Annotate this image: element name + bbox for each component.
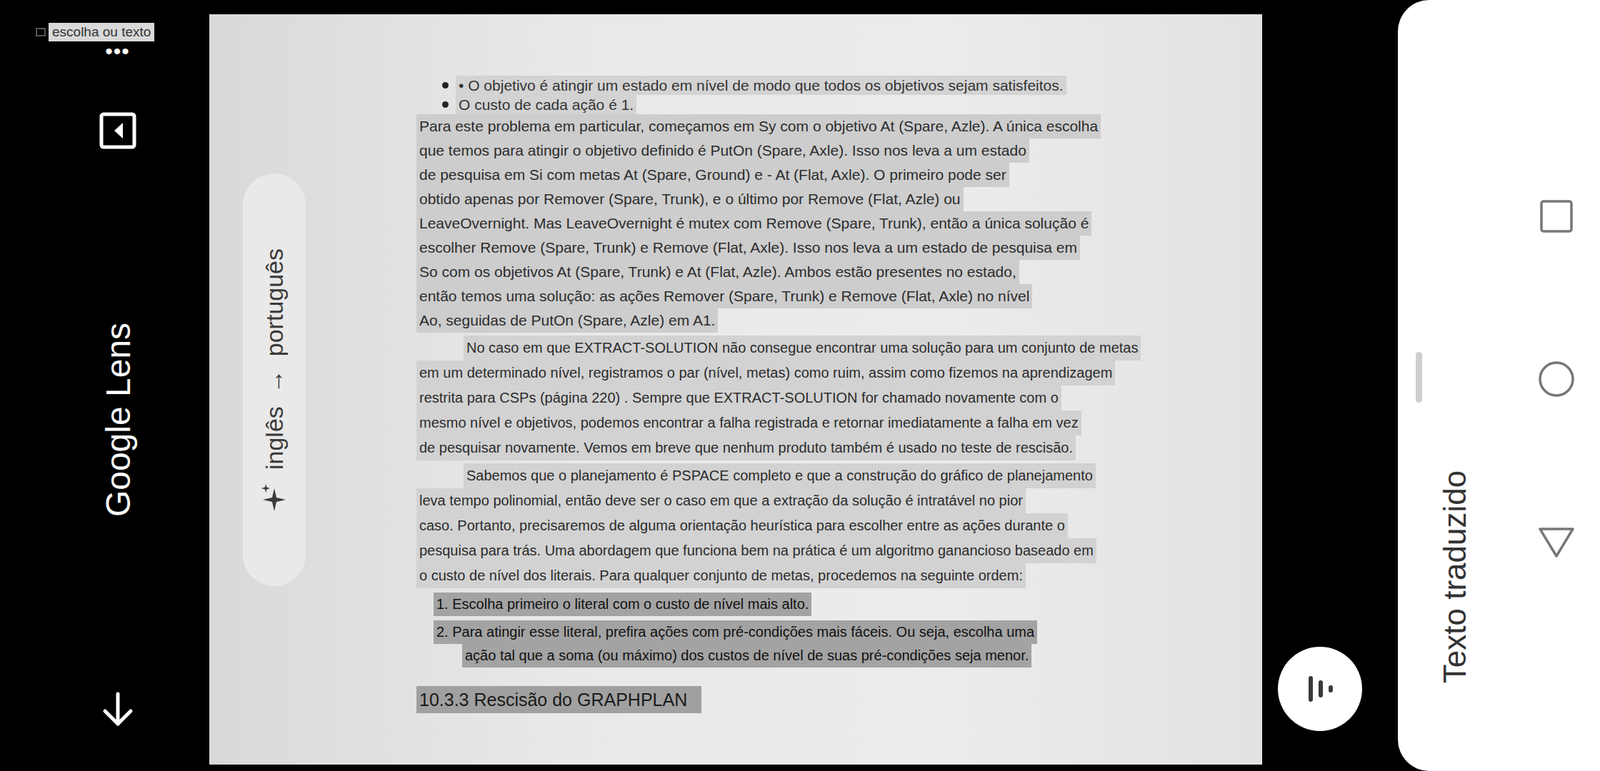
line-text: Ao, seguidas de PutOn (Spare, Azle) em A… xyxy=(416,308,718,333)
hint-tag[interactable]: escolha ou texto xyxy=(35,22,155,42)
item-block: 2. Para atingir esse literal, prefira aç… xyxy=(416,620,1227,668)
bullet-block: • O objetivo é atingir um estado em níve… xyxy=(416,75,1227,95)
line-text: leva tempo polinomial, então deve ser o … xyxy=(416,488,1026,514)
line-text: em um determinado nível, registramos o p… xyxy=(416,360,1115,386)
arrow-down-icon[interactable] xyxy=(97,690,138,730)
block-lines: 1. Escolha primeiro o literal com o cust… xyxy=(433,592,1227,617)
text-line[interactable]: restrita para CSPs (página 220) . Sempre… xyxy=(416,385,1227,411)
app-title: Google Lens xyxy=(92,150,143,690)
line-text: O custo de cada ação é 1. xyxy=(455,95,637,115)
text-line[interactable]: então temos uma solução: as ações Remove… xyxy=(416,284,1227,309)
main-area: • O objetivo é atingir um estado em níve… xyxy=(209,0,1398,771)
text-line[interactable]: de pesquisa em Si com metas At (Spare, G… xyxy=(416,162,1227,188)
text-line[interactable]: Ao, seguidas de PutOn (Spare, Azle) em A… xyxy=(416,308,1227,333)
line-text: So com os objetivos At (Spare, Trunk) e … xyxy=(416,260,1020,285)
text-line[interactable]: 10.3.3 Rescisão do GRAPHPLAN xyxy=(416,686,1227,714)
sparkle-icon xyxy=(260,482,289,512)
text-line[interactable]: de pesquisar novamente. Vemos em breve q… xyxy=(416,435,1227,461)
text-line[interactable]: LeaveOvernight. Mas LeaveOvernight é mut… xyxy=(416,211,1227,236)
text-line[interactable]: So com os objetivos At (Spare, Trunk) e … xyxy=(416,260,1227,285)
language-arrow: → xyxy=(260,369,289,394)
language-pill[interactable]: inglês → português xyxy=(242,173,306,587)
text-line[interactable]: escolher Remove (Spare, Trunk) e Remove … xyxy=(416,235,1227,260)
text-icon xyxy=(35,27,46,37)
block-lines: O custo de cada ação é 1. xyxy=(455,95,637,115)
text-line[interactable]: em um determinado nível, registramos o p… xyxy=(416,360,1227,386)
text-line[interactable]: que temos para atingir o objetivo defini… xyxy=(416,138,1227,163)
text-line[interactable]: obtido apenas por Remover (Spare, Trunk)… xyxy=(416,187,1227,212)
line-text: restrita para CSPs (página 220) . Sempre… xyxy=(416,385,1062,411)
left-rail: escolha ou texto••• Google Lens xyxy=(0,0,210,771)
text-line[interactable]: o custo de nível dos literais. Para qual… xyxy=(416,563,1227,589)
line-text: 1. Escolha primeiro o literal com o cust… xyxy=(433,592,812,617)
line-text: de pesquisar novamente. Vemos em breve q… xyxy=(416,435,1076,461)
panel-body: Texto traduzido xyxy=(1397,0,1513,771)
line-text: Para este problema em particular, começa… xyxy=(416,114,1101,139)
document-view: • O objetivo é atingir um estado em níve… xyxy=(209,14,1263,765)
app-title-text: Google Lens xyxy=(97,322,138,518)
text-line[interactable]: caso. Portanto, precisaremos de alguma o… xyxy=(416,513,1227,539)
source-language: inglês xyxy=(260,406,289,470)
line-text: o custo de nível dos literais. Para qual… xyxy=(416,563,1026,589)
system-nav xyxy=(1512,0,1600,771)
paragraph-block: No caso em que EXTRACT-SOLUTION não cons… xyxy=(416,335,1227,461)
fullscreen-icon[interactable] xyxy=(98,111,138,150)
line-text: LeaveOvernight. Mas LeaveOvernight é mut… xyxy=(416,211,1092,236)
translated-panel: Texto traduzido xyxy=(1397,0,1600,771)
text-line[interactable]: 2. Para atingir esse literal, prefira aç… xyxy=(433,620,1227,645)
line-text: que temos para atingir o objetivo defini… xyxy=(416,138,1030,163)
line-text: Sabemos que o planejamento é PSPACE comp… xyxy=(463,463,1096,489)
text-line[interactable]: No caso em que EXTRACT-SOLUTION não cons… xyxy=(416,335,1227,361)
text-line[interactable]: mesmo nível e objetivos, podemos encontr… xyxy=(416,410,1227,436)
line-text: de pesquisa em Si com metas At (Spare, G… xyxy=(416,162,1010,188)
audio-icon xyxy=(1302,672,1338,707)
text-line[interactable]: O custo de cada ação é 1. xyxy=(455,95,637,115)
line-text: escolher Remove (Spare, Trunk) e Remove … xyxy=(416,235,1080,260)
block-lines: • O objetivo é atingir um estado em níve… xyxy=(455,75,1067,95)
text-line[interactable]: • O objetivo é atingir um estado em níve… xyxy=(455,75,1067,95)
block-lines: 2. Para atingir esse literal, prefira aç… xyxy=(433,620,1227,668)
line-text: pesquisa para trás. Uma abordagem que fu… xyxy=(416,538,1097,564)
block-lines: Sabemos que o planejamento é PSPACE comp… xyxy=(416,463,1227,589)
bullet-dot xyxy=(442,82,449,89)
text-line[interactable]: leva tempo polinomial, então deve ser o … xyxy=(416,488,1227,514)
item-block: 1. Escolha primeiro o literal com o cust… xyxy=(416,592,1227,617)
panel-title-text: Texto traduzido xyxy=(1437,470,1473,684)
more-button[interactable]: ••• xyxy=(105,42,130,60)
recents-icon[interactable] xyxy=(1533,193,1580,240)
target-language: português xyxy=(260,248,289,357)
text-line[interactable]: ação tal que a soma (ou máximo) dos cust… xyxy=(433,644,1227,668)
line-text: obtido apenas por Remover (Spare, Trunk)… xyxy=(416,187,964,212)
back-icon[interactable] xyxy=(1533,519,1580,565)
line-text: No caso em que EXTRACT-SOLUTION não cons… xyxy=(463,335,1141,361)
text-line[interactable]: pesquisa para trás. Uma abordagem que fu… xyxy=(416,538,1227,564)
text-line[interactable]: Sabemos que o planejamento é PSPACE comp… xyxy=(416,463,1227,489)
heading-block: 10.3.3 Rescisão do GRAPHPLAN xyxy=(416,686,1227,714)
listen-button[interactable] xyxy=(1277,647,1363,732)
line-text: mesmo nível e objetivos, podemos encontr… xyxy=(416,410,1082,436)
side-strip xyxy=(1262,0,1398,771)
drag-handle[interactable] xyxy=(1415,352,1423,403)
home-icon[interactable] xyxy=(1533,356,1580,403)
translated-text: • O objetivo é atingir um estado em níve… xyxy=(209,14,1263,714)
lens-screen: escolha ou texto••• Google Lens • O objeti… xyxy=(0,0,1600,771)
line-text: 10.3.3 Rescisão do GRAPHPLAN xyxy=(416,686,702,714)
line-text: então temos uma solução: as ações Remove… xyxy=(416,284,1033,309)
line-text: ação tal que a soma (ou máximo) dos cust… xyxy=(462,644,1032,668)
text-line[interactable]: 1. Escolha primeiro o literal com o cust… xyxy=(433,592,1227,617)
bullet-block: O custo de cada ação é 1. xyxy=(416,95,1227,115)
line-text: • O objetivo é atingir um estado em níve… xyxy=(455,75,1067,95)
bullet-dot xyxy=(442,101,449,108)
language-row: inglês → português xyxy=(260,248,289,512)
text-line[interactable]: Para este problema em particular, começa… xyxy=(416,114,1227,139)
block-lines: 10.3.3 Rescisão do GRAPHPLAN xyxy=(416,686,1227,714)
lead-block: Para este problema em particular, começa… xyxy=(416,114,1227,333)
panel-title: Texto traduzido xyxy=(1433,434,1477,720)
block-lines: No caso em que EXTRACT-SOLUTION não cons… xyxy=(416,335,1227,461)
hint-text: escolha ou texto xyxy=(48,22,155,42)
block-lines: Para este problema em particular, começa… xyxy=(416,114,1227,333)
line-text: caso. Portanto, precisaremos de alguma o… xyxy=(416,513,1068,539)
line-text: 2. Para atingir esse literal, prefira aç… xyxy=(433,620,1038,645)
paragraph-block: Sabemos que o planejamento é PSPACE comp… xyxy=(416,463,1227,589)
